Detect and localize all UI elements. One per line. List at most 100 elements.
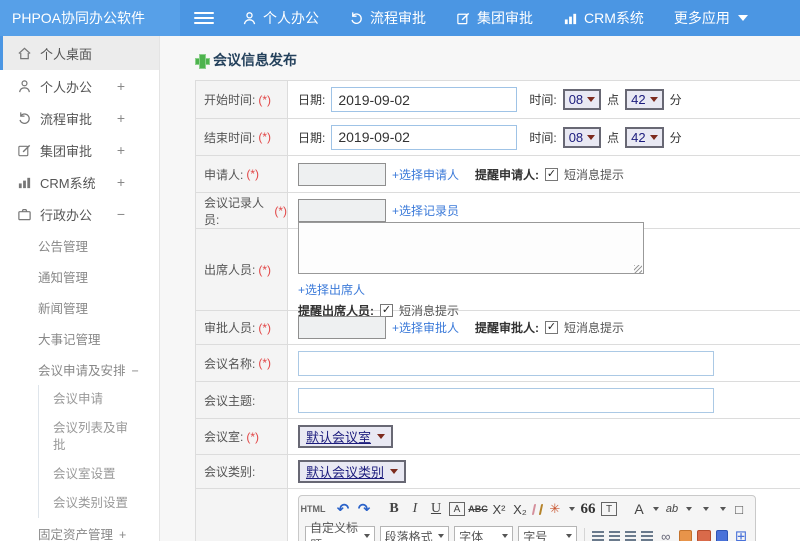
sidebar-item-meeting-list-approval[interactable]: 会议列表及审批	[39, 414, 135, 460]
expand-icon[interactable]: +	[119, 528, 126, 541]
caret-down-icon[interactable]	[703, 507, 709, 511]
start-minute-select[interactable]: 42	[625, 89, 664, 110]
sidebar-item-memorabilia-mgmt[interactable]: 大事记管理	[0, 323, 159, 354]
subscript-button[interactable]: X₂	[512, 500, 528, 518]
caret-down-icon[interactable]	[686, 507, 692, 511]
paint-icon[interactable]: ✳	[547, 500, 563, 518]
font-size-select[interactable]: 字号	[518, 526, 578, 541]
caret-down-icon	[649, 134, 658, 140]
table-icon[interactable]: ⊞	[733, 527, 749, 541]
undo-icon[interactable]: ↶	[335, 500, 351, 518]
approver-input[interactable]	[298, 316, 386, 339]
heading-select[interactable]: 自定义标题	[305, 521, 375, 541]
sidebar-item-meeting-apply[interactable]: 会议申请	[39, 385, 135, 414]
paste-text-button[interactable]: T	[601, 502, 617, 516]
bold-button[interactable]: B	[386, 500, 402, 518]
meeting-topic-input[interactable]	[298, 387, 714, 413]
attendees-textarea[interactable]	[298, 222, 644, 274]
blockquote-button[interactable]: 66	[580, 500, 596, 518]
font-family-select[interactable]: 字体	[454, 526, 514, 541]
end-date-input[interactable]	[331, 124, 518, 150]
collapse-icon[interactable]: −	[132, 364, 139, 378]
font-color-button[interactable]: A	[631, 500, 647, 518]
row-meeting-name: 会议名称: (*)	[196, 345, 800, 382]
redo-icon[interactable]: ↷	[356, 500, 372, 518]
caret-down-icon	[587, 134, 596, 140]
strikethrough-button[interactable]: ABC	[468, 500, 488, 518]
sidebar-item-personal-desktop[interactable]: 个人桌面	[0, 36, 159, 70]
start-date-input[interactable]	[331, 87, 518, 112]
sms-checkbox[interactable]: ✓	[545, 321, 559, 334]
choose-recorder-link[interactable]: +选择记录员	[392, 202, 459, 219]
expand-icon[interactable]: +	[117, 142, 125, 158]
meeting-room-select[interactable]: 默认会议室	[298, 425, 394, 448]
nav-process-approval[interactable]: 流程审批	[349, 8, 426, 28]
sidebar-item-announcement-mgmt[interactable]: 公告管理	[0, 230, 159, 261]
sidebar-item-news-mgmt[interactable]: 新闻管理	[0, 292, 159, 323]
expand-icon[interactable]: +	[117, 110, 125, 126]
applicant-input[interactable]	[298, 162, 386, 186]
sidebar-item-notice-mgmt[interactable]: 通知管理	[0, 261, 159, 292]
meeting-name-input[interactable]	[298, 350, 714, 376]
underline-button[interactable]: U	[428, 500, 444, 518]
nav-personal-office[interactable]: 个人办公	[242, 8, 319, 28]
meeting-category-select[interactable]: 默认会议类别	[298, 460, 407, 483]
flash-icon[interactable]	[697, 530, 711, 541]
new-page-icon[interactable]: □	[731, 500, 747, 518]
sidebar-item-fixed-assets[interactable]: 固定资产管理 +	[0, 518, 159, 541]
font-style-button[interactable]: A	[449, 502, 465, 516]
html-source-button[interactable]: HTML	[301, 500, 326, 518]
sidebar-item-personal-office[interactable]: 个人办公 +	[0, 70, 159, 102]
nav-group-approval[interactable]: 集团审批	[456, 8, 533, 28]
hamburger-menu-icon[interactable]	[194, 0, 214, 36]
end-minute-select[interactable]: 42	[625, 126, 664, 148]
sidebar-item-meeting-request[interactable]: 会议申请及安排 −	[0, 354, 159, 385]
align-center-icon[interactable]	[608, 530, 620, 541]
sidebar-item-meeting-category-setting[interactable]: 会议类别设置	[39, 489, 135, 518]
italic-button[interactable]: I	[407, 500, 423, 518]
caret-down-icon[interactable]	[569, 507, 575, 511]
collapse-icon[interactable]: −	[117, 206, 125, 222]
media-icon[interactable]	[715, 529, 729, 541]
page-title: 会议信息发布	[195, 50, 800, 70]
expand-icon[interactable]: +	[117, 174, 125, 190]
box-icon	[16, 206, 32, 222]
nav-crm-system[interactable]: CRM系统	[563, 8, 644, 28]
caret-down-icon	[502, 534, 509, 538]
start-hour-select[interactable]: 08	[562, 89, 602, 110]
choose-attendees-link[interactable]: +选择出席人	[298, 281, 365, 298]
image-icon[interactable]	[678, 530, 693, 541]
paragraph-format-select[interactable]: 段落格式	[379, 526, 450, 541]
choose-applicant-link[interactable]: +选择申请人	[392, 166, 459, 183]
nav-more-apps[interactable]: 更多应用	[674, 8, 748, 28]
caret-down-icon	[363, 534, 370, 538]
align-right-icon[interactable]	[624, 530, 637, 541]
end-hour-select[interactable]: 08	[562, 126, 602, 148]
eraser-icon[interactable]	[531, 503, 537, 515]
highlight-color-button[interactable]: ab	[664, 500, 680, 518]
expand-icon[interactable]: +	[117, 78, 125, 94]
sidebar-item-process-approval[interactable]: 流程审批 +	[0, 102, 159, 134]
sidebar-item-admin-office[interactable]: 行政办公 −	[0, 198, 159, 230]
green-plus-icon	[195, 53, 210, 69]
superscript-button[interactable]: X²	[491, 500, 507, 518]
hyperlink-icon[interactable]: ∞	[658, 527, 674, 541]
sidebar-item-group-approval[interactable]: 集团审批 +	[0, 134, 159, 166]
chart-icon	[16, 174, 32, 190]
required-mark: (*)	[258, 130, 272, 144]
caret-down-icon	[377, 434, 386, 439]
recorder-input[interactable]	[298, 199, 386, 222]
format-brush-icon[interactable]	[538, 503, 544, 515]
editor-toolbar-row2: 自定义标题 段落格式 字体 字号 ∞	[299, 521, 755, 541]
sidebar-item-crm[interactable]: CRM系统 +	[0, 166, 159, 198]
align-justify-icon[interactable]	[641, 530, 653, 541]
caret-down-icon[interactable]	[720, 507, 726, 511]
resize-handle-icon[interactable]	[634, 265, 642, 273]
caret-down-icon[interactable]	[653, 507, 659, 511]
caret-down-icon	[649, 97, 658, 102]
choose-approver-link[interactable]: +选择审批人	[392, 319, 459, 336]
sms-checkbox[interactable]: ✓	[545, 167, 559, 181]
sidebar-item-meeting-room-setting[interactable]: 会议室设置	[39, 460, 135, 489]
align-left-icon[interactable]	[592, 530, 604, 541]
row-meeting-topic: 会议主题:	[196, 382, 800, 419]
